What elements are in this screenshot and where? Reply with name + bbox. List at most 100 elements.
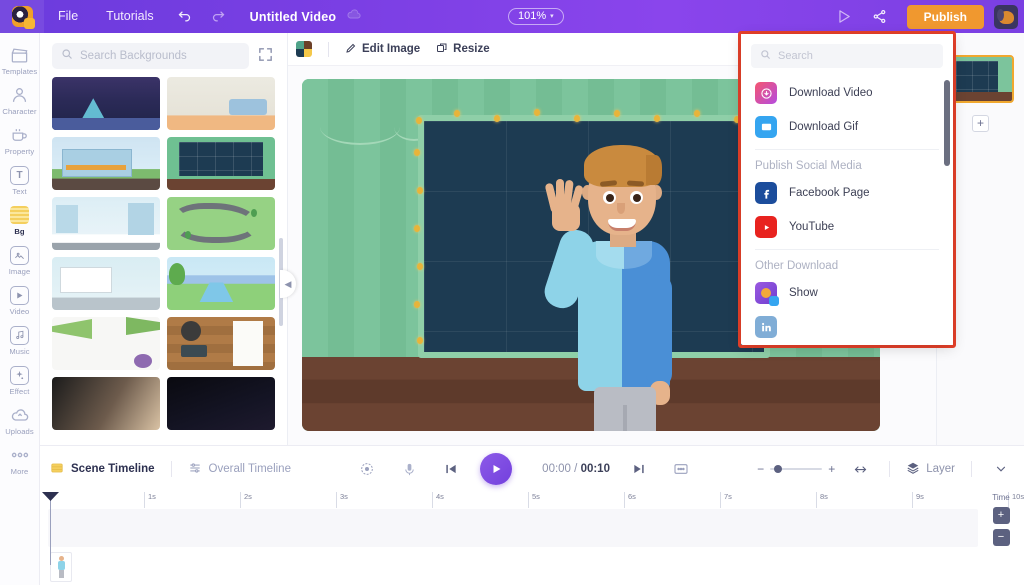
rail-item-bg[interactable]: Bg [0, 199, 40, 239]
zoom-out-button[interactable]: − [757, 462, 764, 476]
search-icon [760, 47, 771, 65]
caption-icon[interactable] [668, 456, 694, 482]
background-thumb-winding-road-landscape[interactable] [167, 197, 275, 250]
timeline-divider [170, 461, 172, 477]
dropdown-scrollbar[interactable] [944, 80, 950, 166]
ruler-tick: 4s [432, 492, 444, 508]
zoom-slider-knob[interactable] [774, 465, 783, 473]
redo-icon[interactable] [202, 0, 236, 33]
chevron-down-icon[interactable] [988, 456, 1014, 482]
time-zoom-out-button[interactable]: − [992, 529, 1010, 546]
menu-tutorials[interactable]: Tutorials [92, 0, 167, 33]
tab-scene-timeline[interactable]: Scene Timeline [50, 461, 155, 478]
rail-label: Video [9, 307, 30, 316]
background-thumb-river-mountain-landscape[interactable] [167, 257, 275, 310]
templates-icon [9, 44, 31, 66]
rail-item-text[interactable]: T Text [0, 159, 40, 199]
timeline-zoom-slider: − + [757, 462, 835, 476]
rail-label: Templates [1, 67, 38, 76]
download-gif-icon [755, 116, 777, 138]
background-thumb-wooden-desk-flatlay[interactable] [167, 317, 275, 370]
ruler-tick: 8s [816, 492, 828, 508]
dropdown-search-box[interactable] [751, 44, 943, 68]
clip-thumbnail [57, 556, 66, 578]
background-thumb-dark-photo[interactable] [167, 377, 275, 430]
current-time: 00:00 [542, 463, 571, 475]
uploads-icon [9, 404, 31, 426]
dropdown-item-download-gif[interactable]: Download Gif [741, 110, 953, 144]
edit-image-button[interactable]: Edit Image [337, 38, 428, 61]
dropdown-search-input[interactable] [778, 50, 934, 62]
app-logo[interactable] [0, 0, 44, 33]
background-thumb-city-street-winter[interactable] [52, 197, 160, 250]
rail-item-effect[interactable]: Effect [0, 359, 40, 399]
dropdown-item-download-video[interactable]: Download Video [741, 76, 953, 110]
dropdown-item-label: Show [789, 287, 818, 299]
top-bar: File Tutorials Untitled Video 101% ▾ Pub… [0, 0, 1024, 33]
overall-timeline-label: Overall Timeline [208, 463, 291, 475]
fit-width-icon[interactable] [847, 456, 873, 482]
timeline-playhead[interactable] [50, 492, 51, 565]
next-scene-icon[interactable] [626, 456, 652, 482]
chevron-left-icon: ◀ [284, 278, 292, 289]
layer-button[interactable]: Layer [906, 461, 955, 478]
more-icon [9, 444, 31, 466]
dropdown-item-facebook-page[interactable]: Facebook Page [741, 176, 953, 210]
rail-item-uploads[interactable]: Uploads [0, 399, 40, 439]
scene-timeline-icon [50, 461, 64, 478]
background-thumb-office-building-exterior[interactable] [52, 137, 160, 190]
user-avatar[interactable] [994, 4, 1018, 29]
character-clip[interactable] [50, 552, 72, 582]
time-zoom-in-button[interactable]: + [992, 507, 1010, 524]
rail-label: Bg [14, 227, 25, 236]
previous-scene-icon[interactable] [438, 456, 464, 482]
microphone-icon[interactable] [396, 456, 422, 482]
background-thumbnail-grid [40, 75, 287, 440]
background-thumb-living-room-sofa-scene[interactable] [167, 77, 275, 130]
background-thumb-night-cave-scene[interactable] [52, 77, 160, 130]
resize-button[interactable]: Resize [428, 38, 497, 61]
background-thumb-classroom-chalkboard-scene[interactable] [167, 137, 275, 190]
dropdown-divider-2 [755, 249, 939, 250]
rail-item-property[interactable]: Property [0, 119, 40, 159]
undo-icon[interactable] [168, 0, 202, 33]
search-backgrounds-box[interactable] [52, 43, 249, 69]
dropdown-item-linkedin[interactable] [741, 310, 953, 344]
search-backgrounds-input[interactable] [80, 50, 240, 62]
rail-item-templates[interactable]: Templates [0, 39, 40, 79]
zoom-level-control[interactable]: 101% ▾ [508, 8, 564, 25]
background-thumb-palm-leaves-flatlay[interactable] [52, 317, 160, 370]
rail-item-music[interactable]: Music [0, 319, 40, 359]
ruler-tick: 7s [720, 492, 732, 508]
dropdown-item-youtube[interactable]: YouTube [741, 210, 953, 244]
background-thumb-blurred-warm-photo[interactable] [52, 377, 160, 430]
background-thumb-presentation-screen-room[interactable] [52, 257, 160, 310]
rail-item-video[interactable]: Video [0, 279, 40, 319]
waving-boy-character[interactable] [540, 137, 700, 431]
document-title[interactable]: Untitled Video [250, 10, 337, 24]
zoom-slider-track[interactable] [770, 465, 823, 473]
dropdown-item-show[interactable]: Show [741, 276, 953, 310]
menu-file[interactable]: File [44, 0, 92, 33]
rail-label: Character [2, 107, 37, 116]
share-icon[interactable] [863, 0, 897, 33]
expand-icon[interactable] [257, 46, 277, 66]
add-scene-button[interactable]: + [972, 115, 989, 132]
transition-icon[interactable] [354, 456, 380, 482]
rail-item-more[interactable]: More [0, 439, 40, 479]
character-eye-left [603, 191, 616, 204]
timeline-ruler[interactable]: 1s 2s 3s 4s 5s 6s 7s 8s 9s 10s [48, 492, 1024, 508]
scene-thumbnail-1[interactable] [947, 55, 1014, 103]
preview-play-icon[interactable] [827, 0, 861, 33]
rail-item-character[interactable]: Character [0, 79, 40, 119]
play-button[interactable] [480, 453, 513, 485]
edit-image-label: Edit Image [362, 43, 421, 55]
publish-button[interactable]: Publish [906, 4, 984, 29]
zoom-in-button[interactable]: + [828, 462, 835, 476]
color-swatch-icon[interactable] [296, 41, 312, 57]
playback-controls: 00:00 / 00:10 [354, 453, 694, 485]
rail-item-image[interactable]: Image [0, 239, 40, 279]
tab-overall-timeline[interactable]: Overall Timeline [188, 461, 291, 478]
character-nose [617, 203, 625, 214]
timeline-track-area[interactable] [48, 509, 978, 547]
